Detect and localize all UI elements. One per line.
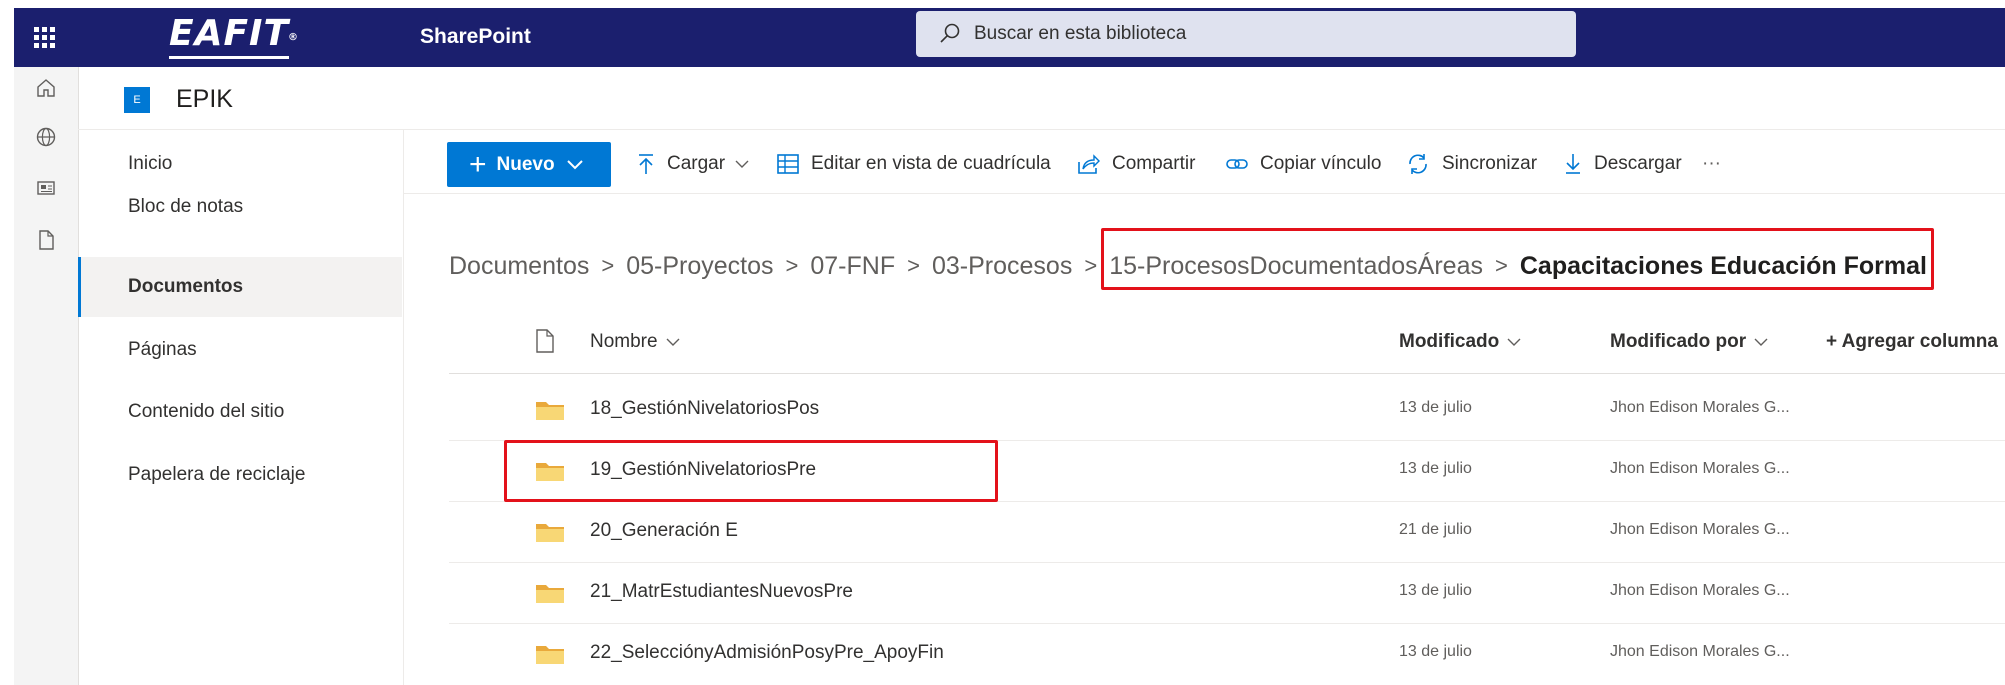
chevron-down-icon bbox=[566, 159, 583, 169]
site-navigation: Inicio Bloc de notas Documentos Páginas … bbox=[78, 130, 404, 685]
row-modified: 13 de julio bbox=[1399, 643, 1472, 660]
waffle-icon[interactable] bbox=[14, 8, 74, 67]
document-icon[interactable] bbox=[33, 227, 59, 253]
table-row[interactable]: 21_MatrEstudiantesNuevosPre 13 de julio … bbox=[449, 563, 2005, 624]
globe-icon[interactable] bbox=[33, 124, 59, 150]
column-header-name[interactable]: Nombre bbox=[590, 331, 680, 353]
column-name-label: Nombre bbox=[590, 331, 658, 352]
folder-icon bbox=[536, 402, 564, 420]
row-modified-by[interactable]: Jhon Edison Morales G... bbox=[1610, 399, 1790, 417]
grid-icon bbox=[777, 154, 799, 174]
nav-item-contenido-del-sitio[interactable]: Contenido del sitio bbox=[78, 382, 402, 442]
suite-bar: EAFIT ® SharePoint Buscar en esta biblio… bbox=[14, 8, 2005, 67]
sync-button[interactable]: Sincronizar bbox=[1406, 144, 1537, 184]
table-row[interactable]: 20_Generación E 21 de julio Jhon Edison … bbox=[449, 502, 2005, 563]
chevron-down-icon bbox=[1507, 338, 1521, 346]
copy-link-button[interactable]: Copiar vínculo bbox=[1226, 144, 1381, 184]
breadcrumb-separator-icon: > bbox=[601, 253, 615, 278]
breadcrumb-item[interactable]: Documentos bbox=[449, 252, 589, 281]
share-icon bbox=[1078, 154, 1100, 174]
search-icon bbox=[940, 23, 960, 43]
highlight-box-breadcrumb bbox=[1101, 228, 1934, 290]
breadcrumb-item[interactable]: 07-FNF bbox=[810, 252, 895, 281]
nav-item-bloc-de-notas[interactable]: Bloc de notas bbox=[78, 196, 402, 232]
column-header-modified[interactable]: Modificado bbox=[1399, 331, 1521, 353]
search-box[interactable]: Buscar en esta biblioteca bbox=[916, 11, 1576, 57]
upload-icon bbox=[639, 154, 653, 174]
column-modified-by-label: Modificado por bbox=[1610, 331, 1747, 352]
sync-icon bbox=[1409, 154, 1427, 174]
breadcrumb-separator-icon: > bbox=[1084, 253, 1098, 278]
site-logo[interactable]: E bbox=[124, 87, 150, 113]
nav-item-documentos[interactable]: Documentos bbox=[78, 257, 402, 317]
share-button[interactable]: Compartir bbox=[1078, 144, 1195, 184]
folder-icon bbox=[536, 585, 564, 603]
file-type-icon[interactable] bbox=[535, 329, 555, 353]
row-modified-by[interactable]: Jhon Edison Morales G... bbox=[1610, 643, 1790, 661]
breadcrumb-item[interactable]: 03-Procesos bbox=[932, 252, 1072, 281]
chevron-down-icon bbox=[666, 338, 680, 346]
breadcrumb-item[interactable]: 05-Proyectos bbox=[626, 252, 773, 281]
column-header-modified-by[interactable]: Modificado por bbox=[1610, 331, 1768, 353]
breadcrumb-separator-icon: > bbox=[907, 253, 920, 278]
highlight-box-row bbox=[504, 440, 998, 502]
download-button[interactable]: Descargar bbox=[1564, 144, 1682, 184]
chevron-down-icon bbox=[735, 160, 749, 168]
breadcrumb-separator-icon: > bbox=[785, 253, 799, 278]
download-label: Descargar bbox=[1594, 153, 1682, 174]
plus-icon: + bbox=[469, 147, 487, 181]
copy-link-label: Copiar vínculo bbox=[1260, 153, 1382, 174]
row-modified: 13 de julio bbox=[1399, 460, 1472, 477]
row-modified: 13 de julio bbox=[1399, 582, 1472, 599]
grid-edit-button[interactable]: Editar en vista de cuadrícula bbox=[777, 144, 1051, 184]
row-name[interactable]: 18_GestiónNivelatoriosPos bbox=[590, 398, 819, 420]
search-input[interactable]: Buscar en esta biblioteca bbox=[974, 23, 1186, 45]
row-name[interactable]: 22_SelecciónyAdmisiónPosyPre_ApoyFin bbox=[590, 642, 944, 664]
command-bar: + Nuevo Cargar Editar en vista de cuadrí… bbox=[404, 130, 2005, 194]
row-name[interactable]: 20_Generación E bbox=[590, 520, 738, 542]
brand-logo[interactable]: EAFIT ® bbox=[169, 12, 298, 59]
more-button[interactable]: ··· bbox=[1702, 144, 1721, 184]
app-rail bbox=[14, 67, 79, 685]
brand-name: EAFIT bbox=[169, 13, 289, 54]
link-icon bbox=[1226, 159, 1248, 169]
app-name-link[interactable]: SharePoint bbox=[420, 22, 531, 52]
home-icon[interactable] bbox=[33, 75, 59, 101]
table-row[interactable]: 22_SelecciónyAdmisiónPosyPre_ApoyFin 13 … bbox=[449, 624, 2005, 685]
nav-item-paginas[interactable]: Páginas bbox=[78, 320, 402, 380]
row-modified-by[interactable]: Jhon Edison Morales G... bbox=[1610, 521, 1790, 539]
upload-label: Cargar bbox=[667, 153, 726, 174]
row-name[interactable]: 21_MatrEstudiantesNuevosPre bbox=[590, 581, 853, 603]
sync-label: Sincronizar bbox=[1442, 153, 1538, 174]
new-button[interactable]: + Nuevo bbox=[447, 142, 611, 187]
site-header: E EPIK bbox=[78, 67, 2005, 130]
new-button-label: Nuevo bbox=[496, 153, 555, 175]
site-title[interactable]: EPIK bbox=[176, 85, 233, 114]
column-modified-label: Modificado bbox=[1399, 331, 1500, 352]
add-column-button[interactable]: + Agregar columna bbox=[1826, 331, 1998, 353]
row-modified-by[interactable]: Jhon Edison Morales G... bbox=[1610, 460, 1790, 478]
nav-item-inicio[interactable]: Inicio bbox=[78, 134, 402, 194]
download-icon bbox=[1566, 154, 1580, 174]
news-icon[interactable] bbox=[33, 175, 59, 201]
chevron-down-icon bbox=[1754, 338, 1768, 346]
brand-registered-mark: ® bbox=[288, 32, 299, 43]
grid-edit-label: Editar en vista de cuadrícula bbox=[811, 153, 1051, 174]
list-header: Nombre Modificado Modificado por + Agreg… bbox=[449, 315, 2005, 374]
folder-icon bbox=[536, 524, 564, 542]
folder-icon bbox=[536, 646, 564, 664]
row-modified: 21 de julio bbox=[1399, 521, 1472, 538]
table-row[interactable]: 18_GestiónNivelatoriosPos 13 de julio Jh… bbox=[449, 380, 2005, 441]
share-label: Compartir bbox=[1112, 153, 1196, 174]
row-modified-by[interactable]: Jhon Edison Morales G... bbox=[1610, 582, 1790, 600]
nav-item-papelera[interactable]: Papelera de reciclaje bbox=[78, 445, 402, 505]
row-modified: 13 de julio bbox=[1399, 399, 1472, 416]
upload-button[interactable]: Cargar bbox=[637, 144, 761, 184]
